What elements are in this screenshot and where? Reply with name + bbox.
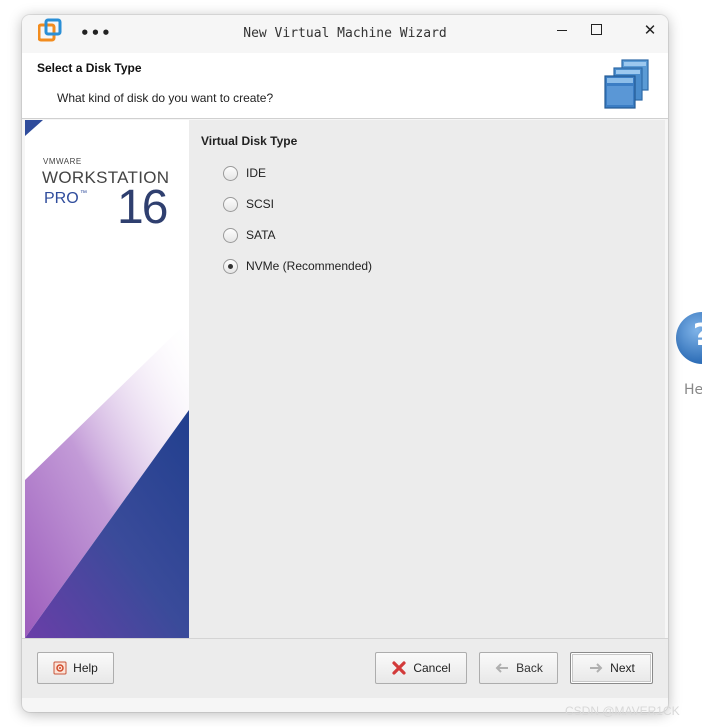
radio-scsi[interactable]: SCSI xyxy=(223,195,274,213)
maximize-button[interactable] xyxy=(587,21,609,41)
cancel-button[interactable]: Cancel xyxy=(375,652,467,684)
brand-vmware: VMWARE xyxy=(43,157,82,166)
help-book-icon xyxy=(53,661,67,675)
brand-version: 16 xyxy=(117,181,168,234)
background-help-glyph: ? xyxy=(693,318,702,353)
brand-trademark: ™ xyxy=(80,190,87,197)
radio-scsi-button[interactable] xyxy=(223,196,238,212)
wizard-header: Select a Disk Type What kind of disk do … xyxy=(22,53,668,119)
virtual-disk-icon xyxy=(604,59,649,109)
back-arrow-icon xyxy=(494,662,510,674)
help-button-label: Help xyxy=(73,661,98,675)
radio-nvme-label: NVMe (Recommended) xyxy=(246,259,373,273)
page-title: Select a Disk Type xyxy=(37,61,142,75)
wizard-footer: Help Cancel Back Next xyxy=(22,638,668,698)
next-button-label: Next xyxy=(610,661,635,675)
background-help-label: He xyxy=(684,382,702,398)
radio-ide-label: IDE xyxy=(246,166,267,180)
cancel-x-icon xyxy=(391,660,407,676)
back-button-label: Back xyxy=(516,661,543,675)
disk-type-panel: Virtual Disk Type IDE SCSI SATA NVMe (Re… xyxy=(189,120,665,638)
radio-scsi-label: SCSI xyxy=(246,197,275,211)
product-banner: VMWARE WORKSTATION PRO ™ 16 xyxy=(25,120,189,638)
close-button[interactable]: ✕ xyxy=(639,20,661,40)
page-subtitle: What kind of disk do you want to create? xyxy=(57,91,274,105)
radio-sata-button[interactable] xyxy=(223,227,238,243)
watermark: CSDN @MAVER1CK xyxy=(565,704,680,718)
help-button[interactable]: Help xyxy=(37,652,114,684)
brand-edition: PRO xyxy=(44,190,79,207)
radio-ide-button[interactable] xyxy=(223,165,238,181)
wizard-window: ••• New Virtual Machine Wizard ✕ Select … xyxy=(22,15,668,712)
minimize-button[interactable] xyxy=(552,21,574,41)
radio-nvme-button[interactable] xyxy=(223,258,238,274)
back-button[interactable]: Back xyxy=(479,652,558,684)
background-help-icon: ? xyxy=(676,312,702,364)
radio-sata[interactable]: SATA xyxy=(223,226,276,244)
next-button[interactable]: Next xyxy=(570,652,653,684)
radio-nvme[interactable]: NVMe (Recommended) xyxy=(223,257,372,275)
next-arrow-icon xyxy=(588,662,604,674)
cancel-button-label: Cancel xyxy=(413,661,451,675)
radio-sata-label: SATA xyxy=(246,228,276,242)
disk-type-group-label: Virtual Disk Type xyxy=(201,134,298,148)
title-bar: ••• New Virtual Machine Wizard ✕ xyxy=(22,15,668,53)
radio-ide[interactable]: IDE xyxy=(223,164,266,182)
